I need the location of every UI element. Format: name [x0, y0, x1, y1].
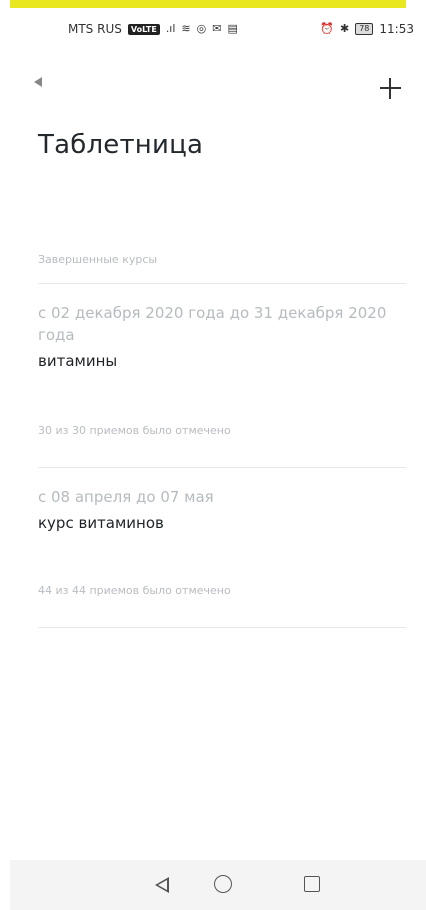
carrier-label: MTS RUS [68, 22, 122, 36]
clock: 11:53 [379, 22, 414, 36]
course-dates: с 08 апреля до 07 мая [38, 488, 214, 506]
course-name: витамины [38, 352, 118, 370]
status-left: MTS RUS VoLTE .ıl ≋ ◎ ✉ ▤ [68, 22, 238, 36]
volte-badge: VoLTE [127, 23, 160, 35]
vpn-icon: ◎ [196, 22, 207, 35]
nav-back-icon[interactable] [155, 877, 169, 893]
status-right: ⏰ ✱ 78 11:53 [320, 22, 414, 36]
course-name: курс витаминов [38, 514, 164, 532]
divider [38, 467, 406, 468]
system-nav-bar [10, 860, 426, 910]
battery-icon: 78 [355, 23, 374, 35]
bluetooth-icon: ✱ [340, 22, 350, 35]
top-accent-bar [10, 0, 406, 8]
divider [38, 627, 406, 628]
alarm-icon: ⏰ [320, 22, 334, 35]
nav-recents-icon[interactable] [304, 876, 320, 892]
section-label-completed: Завершенные курсы [38, 253, 158, 266]
message-icon: ▤ [227, 22, 238, 35]
page-title: Таблетница [38, 130, 204, 160]
course-stats: 44 из 44 приемов было отмечено [38, 584, 231, 597]
signal-icon: .ıl [165, 22, 176, 35]
course-stats: 30 из 30 приемов было отмечено [38, 424, 231, 437]
divider [38, 283, 406, 284]
status-bar: MTS RUS VoLTE .ıl ≋ ◎ ✉ ▤ ⏰ ✱ 78 11:53 [0, 20, 426, 40]
wifi-icon: ≋ [181, 22, 191, 35]
course-card[interactable]: с 08 апреля до 07 мая курс витаминов [38, 486, 426, 532]
course-dates: с 02 декабря 2020 года до 31 декабря 202… [38, 304, 387, 344]
back-arrow-icon[interactable] [34, 77, 42, 87]
add-course-button[interactable] [372, 70, 408, 106]
course-card[interactable]: с 02 декабря 2020 года до 31 декабря 202… [38, 302, 426, 370]
mail-icon: ✉ [212, 22, 222, 35]
nav-home-icon[interactable] [214, 875, 232, 893]
